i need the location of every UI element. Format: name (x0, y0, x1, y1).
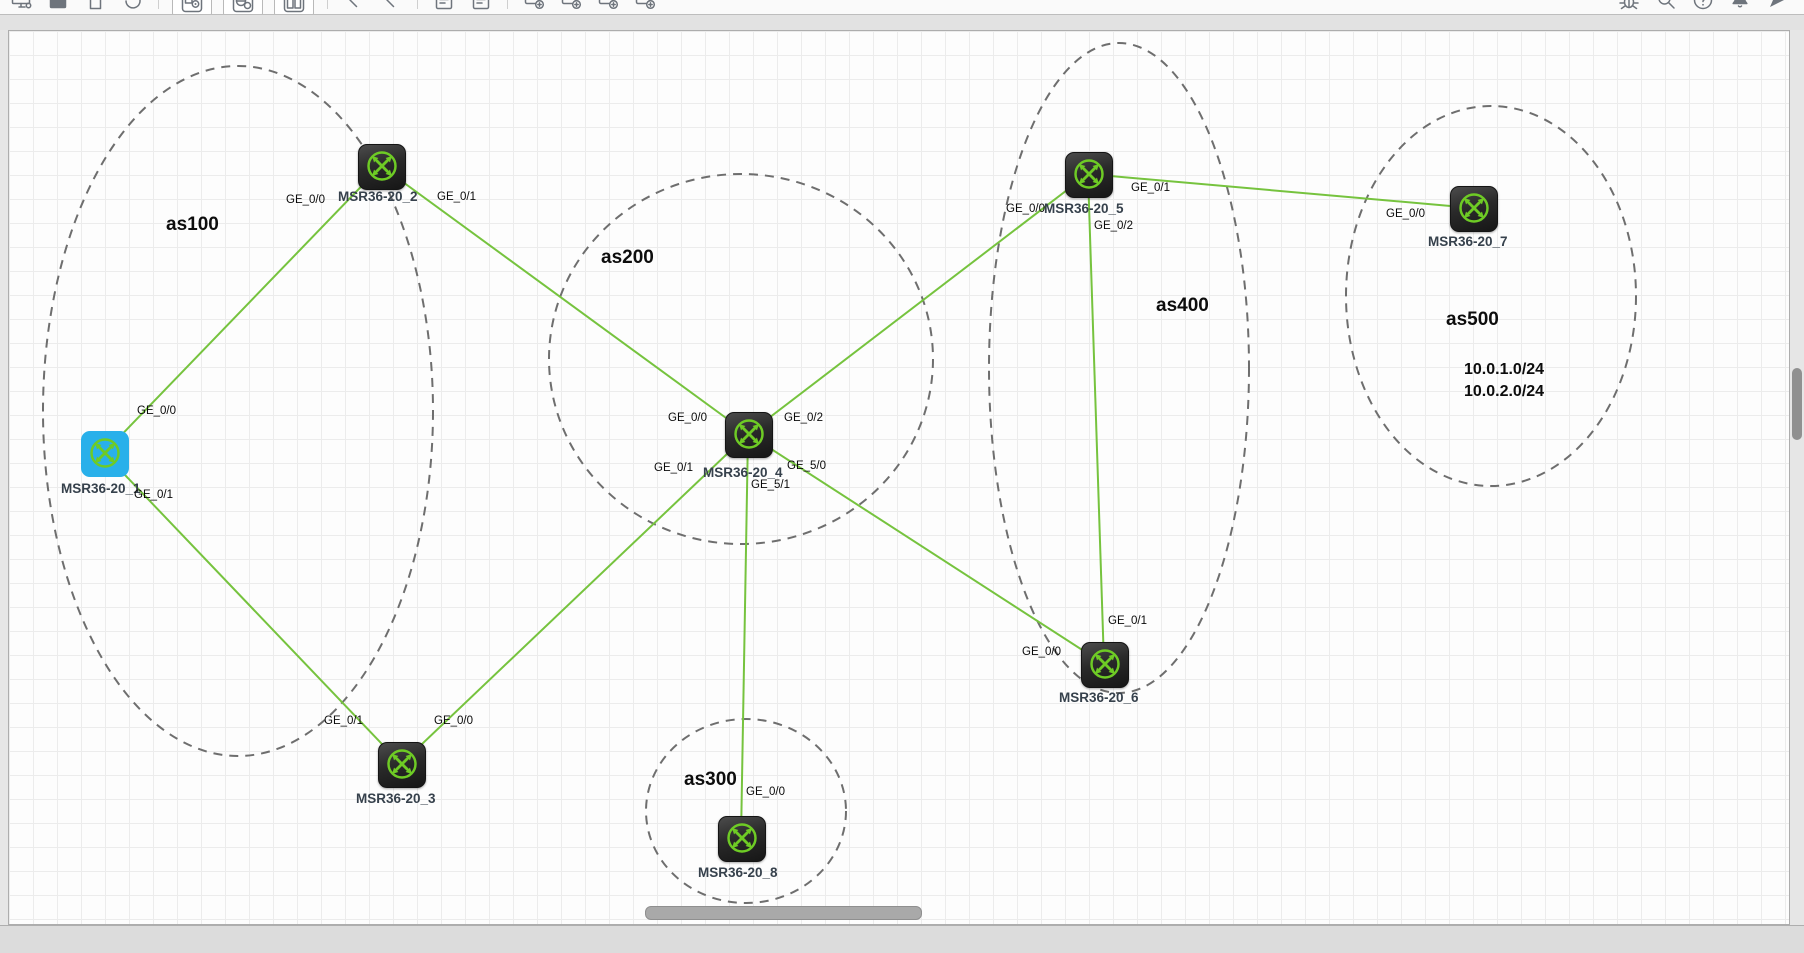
router-icon (1066, 155, 1112, 193)
toolbar-separator (417, 0, 418, 9)
router-MSR36-20_2[interactable] (358, 144, 406, 190)
topology-canvas[interactable]: MSR36-20_1 MSR36-20_2 MSR36-20_3 MSR36-20_4… (8, 30, 1790, 925)
router-MSR36-20_3[interactable] (378, 742, 426, 788)
toolbar-separator (158, 0, 159, 9)
vertical-scrollbar-thumb[interactable] (1792, 368, 1802, 440)
pause-devices-icon[interactable] (595, 0, 621, 13)
horizontal-scrollbar-thumb[interactable] (645, 906, 922, 920)
port-label: GE_0/1 (1131, 182, 1170, 194)
bottom-panel (0, 925, 1804, 953)
toolbar-gap (0, 15, 1804, 30)
port-label: GE_0/1 (437, 191, 476, 203)
router-icon (359, 147, 405, 185)
port-label: GE_0/0 (286, 194, 325, 206)
as-label-as500[interactable]: as500 (1446, 309, 1499, 331)
network-simulator-window: MSR36-20_1 MSR36-20_2 MSR36-20_3 MSR36-20_4… (0, 0, 1804, 953)
link-MSR36-20_5-MSR36-20_6[interactable] (1087, 173, 1105, 665)
restart-devices-icon[interactable] (632, 0, 658, 13)
stop-all-devices-icon[interactable] (558, 0, 584, 13)
canvas-left-gutter (0, 30, 8, 925)
device-label[interactable]: MSR36-20_3 (356, 791, 436, 806)
subnet-annotation[interactable]: 10.0.2.0/24 (1464, 383, 1544, 401)
router-icon (726, 415, 772, 453)
notification-icon[interactable] (1727, 0, 1753, 13)
port-label: GE_0/0 (137, 405, 176, 417)
pointer-icon[interactable] (1764, 0, 1790, 13)
router-icon (82, 434, 128, 472)
router-MSR36-20_1[interactable] (81, 431, 129, 477)
device-label[interactable]: MSR36-20_4 (703, 465, 783, 480)
port-label: GE_0/1 (134, 489, 173, 501)
back-icon[interactable] (341, 0, 367, 13)
as-label-as100[interactable]: as100 (166, 214, 219, 236)
toolbar-right-group (1616, 0, 1790, 13)
as-region-ellipse-as500[interactable] (1345, 105, 1637, 487)
port-label: GE_0/0 (746, 786, 785, 798)
router-MSR36-20_4[interactable] (725, 412, 773, 458)
as-label-as400[interactable]: as400 (1156, 295, 1209, 317)
zoom-search-icon[interactable] (1653, 0, 1679, 13)
start-all-devices-icon[interactable] (521, 0, 547, 13)
port-label: GE_0/1 (324, 715, 363, 727)
help-icon[interactable] (1690, 0, 1716, 13)
port-label: GE_0/1 (1108, 615, 1147, 627)
port-label: GE_5/0 (787, 460, 826, 472)
device-label[interactable]: MSR36-20_2 (338, 189, 418, 204)
router-MSR36-20_5[interactable] (1065, 152, 1113, 198)
device-label[interactable]: MSR36-20_8 (698, 865, 778, 880)
port-label: GE_0/0 (1022, 646, 1061, 658)
device-label[interactable]: MSR36-20_1 (61, 481, 141, 496)
toolbar-separator (327, 0, 328, 9)
topology-layer (42, 42, 1637, 904)
split-view-button[interactable] (274, 0, 314, 14)
toolbar-separator (507, 0, 508, 9)
debug-bug-icon[interactable] (1616, 0, 1642, 13)
toolbar-left-group (8, 0, 658, 14)
router-MSR36-20_7[interactable] (1450, 186, 1498, 232)
port-label: GE_0/0 (668, 412, 707, 424)
as-region-ellipse-as200[interactable] (548, 173, 934, 545)
port-label: GE_0/0 (1386, 208, 1425, 220)
device-label[interactable]: MSR36-20_6 (1059, 690, 1139, 705)
save-icon[interactable] (45, 0, 71, 13)
topology-monitor-icon[interactable] (8, 0, 34, 13)
subnet-annotation[interactable]: 10.0.1.0/24 (1464, 361, 1544, 379)
as-region-ellipse-as400[interactable] (988, 42, 1250, 694)
router-icon (1451, 189, 1497, 227)
port-label: GE_0/2 (1094, 220, 1133, 232)
undo-icon[interactable] (119, 0, 145, 13)
router-icon (379, 745, 425, 783)
previous-icon[interactable] (378, 0, 404, 13)
link-MSR36-20_4-MSR36-20_8[interactable] (740, 433, 749, 839)
router-MSR36-20_6[interactable] (1081, 642, 1129, 688)
add-device-button[interactable] (172, 0, 212, 14)
import-config-icon[interactable] (468, 0, 494, 13)
add-network-button[interactable] (223, 0, 263, 14)
router-MSR36-20_8[interactable] (718, 816, 766, 862)
canvas-right-gutter (1790, 30, 1804, 925)
open-document-icon[interactable] (82, 0, 108, 13)
router-icon (719, 819, 765, 857)
as-label-as300[interactable]: as300 (684, 769, 737, 791)
port-label: GE_0/0 (434, 715, 473, 727)
export-config-icon[interactable] (431, 0, 457, 13)
port-label: GE_0/1 (654, 462, 693, 474)
device-label[interactable]: MSR36-20_5 (1044, 201, 1124, 216)
port-label: GE_0/2 (784, 412, 823, 424)
port-label: GE_5/1 (751, 479, 790, 491)
device-label[interactable]: MSR36-20_7 (1428, 234, 1508, 249)
as-label-as200[interactable]: as200 (601, 247, 654, 269)
link-MSR36-20_2-MSR36-20_4[interactable] (380, 165, 749, 435)
router-icon (1082, 645, 1128, 683)
toolbar (0, 0, 1804, 15)
port-label: GE_0/0 (1006, 203, 1045, 215)
